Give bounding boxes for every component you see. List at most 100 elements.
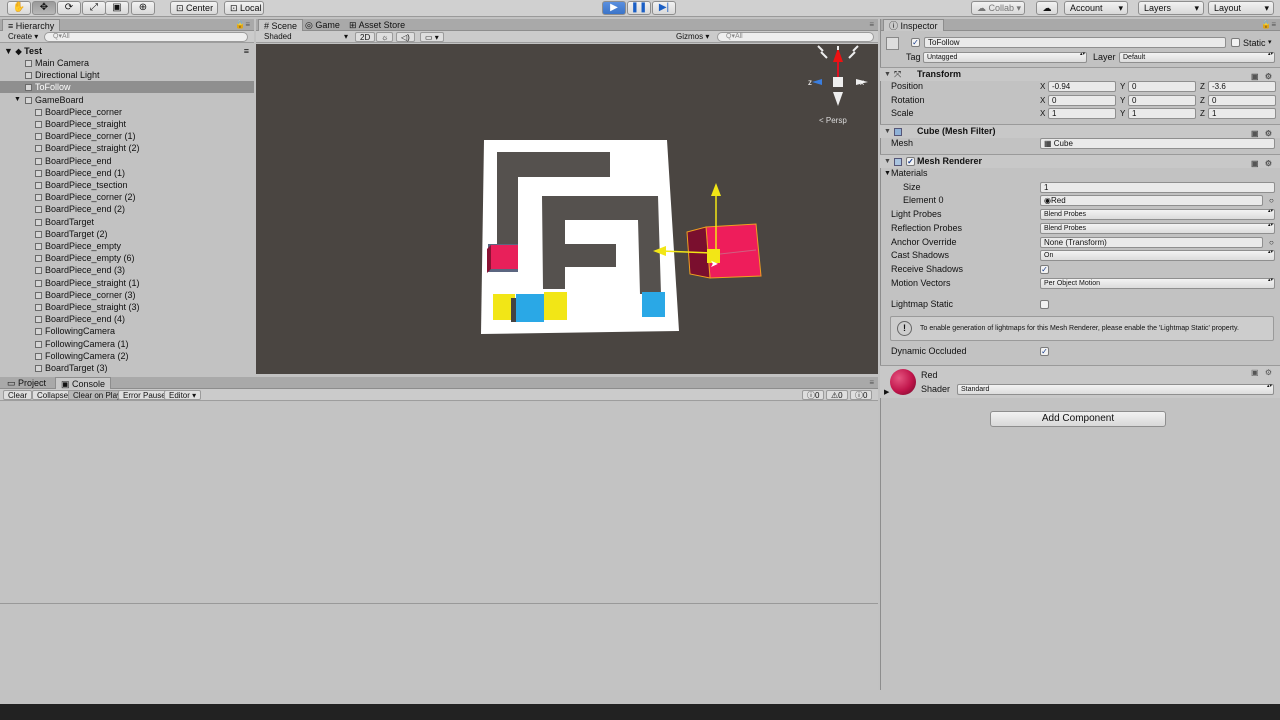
mesh-renderer-header[interactable]: ▼ ✓ Mesh Renderer ▣ ⚙ [880,154,1280,168]
rotation-y-axis-label[interactable]: Y [1120,94,1125,107]
position-y-field[interactable]: 0 [1128,81,1196,92]
transform-header[interactable]: ▼ ⤧ Transform ▣ ⚙ [880,67,1280,81]
log-count-toggle[interactable]: ⓘ0 [802,390,825,400]
object-picker-icon[interactable]: ○ [1269,236,1274,249]
error-count-toggle[interactable]: ⓘ0 [850,390,873,400]
size-field[interactable]: 1 [1040,182,1275,193]
hierarchy-item[interactable]: BoardPiece_straight [0,118,254,130]
collab-button[interactable]: ☁ Collab ▾ [971,1,1025,15]
expand-triangle-icon[interactable]: ▼ [14,94,21,106]
tab-hierarchy[interactable]: ≡ Hierarchy [2,19,61,31]
effects-dropdown[interactable]: ▭ ▾ [420,32,444,42]
scene-root-item[interactable]: ▼ ◆ Test ≡ [0,45,254,57]
tab-asset-store[interactable]: ⊞ Asset Store [344,19,410,31]
layers-dropdown[interactable]: Layers ▾ [1138,1,1204,15]
lightmap-static-checkbox[interactable] [1040,300,1049,309]
hierarchy-item[interactable]: BoardPiece_end (3) [0,264,254,276]
mesh-filter-header[interactable]: ▼ Cube (Mesh Filter) ▣ ⚙ [880,124,1280,138]
tag-dropdown[interactable]: Untagged [923,52,1087,63]
hierarchy-item[interactable]: BoardTarget (2) [0,228,254,240]
editor-dropdown[interactable]: Editor ▾ [164,390,202,400]
hierarchy-item[interactable]: BoardPiece_end (1) [0,167,254,179]
hierarchy-item[interactable]: BoardPiece_corner (1) [0,130,254,142]
hierarchy-item[interactable]: BoardTarget [0,216,254,228]
scale-x-axis-label[interactable]: X [1040,107,1045,120]
hand-tool-button[interactable]: ✋ [7,1,31,15]
hierarchy-item[interactable]: Directional Light [0,69,254,81]
position-y-axis-label[interactable]: Y [1120,80,1125,93]
hierarchy-item[interactable]: BoardPiece_tsection [0,179,254,191]
lighting-toggle[interactable]: ☼ [376,32,394,42]
clear-button[interactable]: Clear [3,390,33,400]
transform-tool-button[interactable]: ⊕ [131,1,155,15]
create-dropdown[interactable]: Create ▾ [4,32,42,42]
play-button[interactable]: ▶ [602,1,626,15]
hierarchy-item[interactable]: ▼ GameBoard [0,94,254,106]
hierarchy-item[interactable]: Main Camera [0,57,254,69]
scale-tool-button[interactable]: ⤢ [82,1,106,15]
add-component-button[interactable]: Add Component [990,411,1166,427]
pause-button[interactable]: ❚❚ [627,1,651,15]
persp-label[interactable]: < Persp [819,116,847,125]
scene-menu-icon[interactable]: ≡ [244,45,249,57]
object-name-field[interactable]: ToFollow [924,37,1226,48]
shader-dropdown[interactable]: Standard [957,384,1274,395]
2d-toggle[interactable]: 2D [355,32,376,42]
material-header[interactable]: Red Shader Standard ▶ ▣ ⚙ [880,365,1280,398]
gizmo-y-arrow[interactable] [711,183,721,196]
hierarchy-item[interactable]: BoardPiece_end (4) [0,313,254,325]
hierarchy-item[interactable]: BoardPiece_corner [0,106,254,118]
layout-dropdown[interactable]: Layout ▾ [1208,1,1274,15]
hierarchy-item[interactable]: BoardPiece_end [0,155,254,167]
expand-triangle-icon[interactable]: ▶ [884,388,889,396]
scale-y-axis-label[interactable]: Y [1120,107,1125,120]
tab-game[interactable]: ◎ Game [300,19,345,31]
panel-menu-icon[interactable]: 🔒≡ [1261,20,1276,29]
collapse-button[interactable]: Collapse [32,390,74,400]
hierarchy-item[interactable]: BoardPiece_empty (6) [0,252,254,264]
scene-search-input[interactable]: Q▾All [717,32,874,42]
layer-dropdown[interactable]: Default [1119,52,1275,63]
hierarchy-item[interactable]: BoardPiece_straight (3) [0,301,254,313]
anchor-override-field[interactable]: None (Transform) [1040,237,1263,248]
hierarchy-item[interactable]: BoardPiece_straight (1) [0,277,254,289]
rotation-x-axis-label[interactable]: X [1040,94,1045,107]
cloud-button[interactable]: ☁ [1036,1,1058,15]
scale-z-field[interactable]: 1 [1208,108,1276,119]
rotation-z-field[interactable]: 0 [1208,95,1276,106]
scale-x-field[interactable]: 1 [1048,108,1116,119]
panel-menu-icon[interactable]: ≡ [869,20,874,29]
hierarchy-item[interactable]: BoardPiece_end (2) [0,203,254,215]
mesh-field[interactable]: ▦ Cube [1040,138,1275,149]
account-dropdown[interactable]: Account ▾ [1064,1,1128,15]
dynamic-occluded-checkbox[interactable]: ✓ [1040,347,1049,356]
scene-viewport[interactable]: z x < Persp ➤ [256,44,878,374]
component-menu-icons[interactable]: ▣ ⚙ [1251,368,1274,377]
error-pause-toggle[interactable]: Error Pause [118,390,171,400]
gizmos-dropdown[interactable]: Gizmos ▾ [672,32,713,42]
hierarchy-item[interactable]: FollowingCamera (2) [0,350,254,362]
move-tool-button[interactable]: ✥ [32,1,56,15]
hierarchy-item[interactable]: BoardTarget (3) [0,362,254,374]
tab-scene[interactable]: # Scene [258,19,304,31]
hierarchy-item[interactable]: FollowingCamera [0,325,254,337]
rotate-tool-button[interactable]: ⟳ [57,1,81,15]
element0-field[interactable]: ◉Red [1040,195,1263,206]
hierarchy-item[interactable]: FollowingCamera (1) [0,338,254,350]
rotation-y-field[interactable]: 0 [1128,95,1196,106]
panel-menu-icon[interactable]: 🔒≡ [235,20,250,29]
hierarchy-item[interactable]: ToFollow [0,81,254,94]
mesh-renderer-enabled-checkbox[interactable]: ✓ [906,157,915,166]
position-z-axis-label[interactable]: Z [1200,80,1205,93]
motion-vectors-dropdown[interactable]: Per Object Motion [1040,278,1275,289]
position-z-field[interactable]: -3.6 [1208,81,1276,92]
console-log-area[interactable] [0,402,878,603]
static-dropdown[interactable]: ▾ [1268,38,1272,46]
panel-menu-icon[interactable]: ≡ [869,378,874,387]
cast-shadows-dropdown[interactable]: On [1040,250,1275,261]
audio-toggle[interactable]: ◁) [396,32,415,42]
tab-inspector[interactable]: ⓘ Inspector [883,19,944,31]
hierarchy-item[interactable]: BoardPiece_straight (2) [0,142,254,154]
orientation-gizmo[interactable]: z x [808,45,868,106]
position-x-axis-label[interactable]: X [1040,80,1045,93]
